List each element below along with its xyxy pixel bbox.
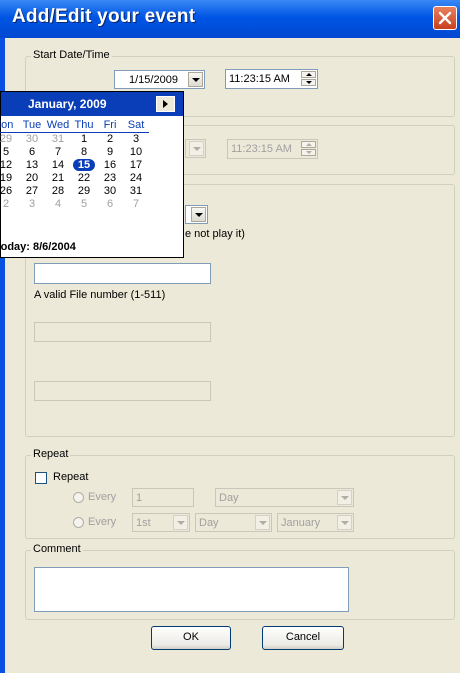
action-type-dropdown[interactable] — [185, 205, 208, 224]
calendar-day[interactable]: 5 — [71, 198, 97, 211]
weekday-header: Fri — [97, 119, 123, 133]
calendar-day[interactable]: 9 — [97, 146, 123, 159]
comment-textarea[interactable] — [34, 567, 349, 612]
file-number-input[interactable] — [34, 263, 211, 284]
chevron-down-icon[interactable] — [188, 72, 203, 87]
spin-down-icon — [301, 149, 316, 156]
spin-up-icon — [301, 141, 316, 148]
calendar-day[interactable]: 30 — [97, 185, 123, 198]
spin-up-icon[interactable] — [301, 71, 316, 78]
calendar-day[interactable]: 5 — [0, 146, 19, 159]
action-note: e not play it) — [185, 228, 245, 240]
repeat-checkbox[interactable] — [35, 472, 47, 484]
every-interval-radio — [73, 492, 84, 503]
calendar-day[interactable]: 28 — [45, 185, 71, 198]
close-button[interactable] — [433, 6, 457, 30]
calendar-day[interactable]: 26 — [0, 185, 19, 198]
weekday-header: Tue — [19, 119, 45, 133]
calendar-day[interactable]: 31 — [45, 133, 71, 147]
disabled-field-2 — [34, 381, 211, 401]
calendar-day[interactable]: 1 — [71, 133, 97, 147]
calendar-day[interactable]: 21 — [45, 172, 71, 185]
end-time-spinner — [301, 141, 316, 156]
weekday-header: Wed — [45, 119, 71, 133]
calendar-day[interactable]: 3 — [123, 133, 149, 147]
calendar-day[interactable]: 10 — [123, 146, 149, 159]
day-dropdown: Day — [195, 513, 272, 532]
calendar-day[interactable]: 27 — [19, 185, 45, 198]
every-ordinal-radio — [73, 517, 84, 528]
calendar-day[interactable]: 31 — [123, 185, 149, 198]
spin-down-icon[interactable] — [301, 79, 316, 86]
calendar-day[interactable]: 6 — [97, 198, 123, 211]
calendar-grid: lon Tue Wed Thu Fri Sat 29 30 31 1 2 3 5 6 7 8 9 10 12 13 1… — [0, 119, 149, 211]
calendar-day[interactable]: 2 — [0, 198, 19, 211]
start-datetime-legend: Start Date/Time — [31, 49, 112, 61]
ok-button[interactable]: OK — [151, 626, 231, 650]
chevron-down-icon — [189, 141, 204, 156]
calendar-day-selected[interactable]: 15 — [71, 159, 97, 172]
ordinal-dropdown: 1st — [132, 513, 190, 532]
chevron-down-icon — [337, 490, 352, 505]
calendar-day[interactable]: 19 — [0, 172, 19, 185]
calendar-day[interactable]: 20 — [19, 172, 45, 185]
calendar-day[interactable]: 6 — [19, 146, 45, 159]
chevron-down-icon[interactable] — [191, 207, 206, 222]
ordinal-value: 1st — [136, 517, 151, 529]
calendar-day[interactable]: 16 — [97, 159, 123, 172]
calendar-day[interactable]: 7 — [45, 146, 71, 159]
repeat-legend: Repeat — [31, 448, 71, 460]
calendar-day[interactable]: 22 — [71, 172, 97, 185]
month-value: January — [281, 517, 321, 529]
every-interval-value: 1 — [136, 492, 143, 504]
end-date-picker — [185, 139, 206, 158]
calendar-day[interactable]: 30 — [19, 133, 45, 147]
calendar-day[interactable]: 13 — [19, 159, 45, 172]
chevron-down-icon — [255, 515, 270, 530]
calendar-day[interactable]: 4 — [45, 198, 71, 211]
start-time-value: 11:23:15 AM — [229, 73, 290, 85]
weekday-header: lon — [0, 119, 19, 133]
every-interval-input: 1 — [132, 488, 194, 507]
weekday-header: Sat — [123, 119, 149, 133]
start-date-picker[interactable]: 1/15/2009 — [114, 70, 205, 89]
calendar-day[interactable]: 23 — [97, 172, 123, 185]
window-title: Add/Edit your event — [12, 6, 196, 27]
calendar-day[interactable]: 3 — [19, 198, 45, 211]
next-month-button[interactable] — [156, 96, 175, 112]
comment-legend: Comment — [31, 543, 83, 555]
start-time-spinner[interactable] — [301, 71, 316, 86]
calendar-popup: January, 2009 lon Tue Wed Thu Fri Sat 29 30 31 1… — [0, 91, 184, 258]
end-time-field: 11:23:15 AM — [227, 139, 318, 159]
every-interval-label: Every — [88, 491, 117, 503]
start-time-field[interactable]: 11:23:15 AM — [225, 69, 318, 89]
disabled-field-1 — [34, 322, 211, 342]
weekday-header: Thu — [71, 119, 97, 133]
file-number-hint: A valid File number (1-511) — [34, 289, 166, 301]
repeat-checkbox-label: Repeat — [53, 471, 89, 483]
calendar-day[interactable]: 2 — [97, 133, 123, 147]
chevron-down-icon — [173, 515, 188, 530]
calendar-day[interactable]: 24 — [123, 172, 149, 185]
calendar-day[interactable]: 12 — [0, 159, 19, 172]
calendar-day[interactable]: 7 — [123, 198, 149, 211]
calendar-today-label[interactable]: 'oday: 8/6/2004 — [0, 241, 76, 253]
day-value: Day — [199, 517, 219, 529]
calendar-day[interactable]: 29 — [71, 185, 97, 198]
every-ordinal-label: Every — [88, 516, 117, 528]
calendar-day[interactable]: 8 — [71, 146, 97, 159]
month-dropdown: January — [277, 513, 354, 532]
chevron-down-icon — [337, 515, 352, 530]
calendar-day[interactable]: 29 — [0, 133, 19, 147]
calendar-day[interactable]: 17 — [123, 159, 149, 172]
every-unit-dropdown: Day — [215, 488, 354, 507]
calendar-day[interactable]: 14 — [45, 159, 71, 172]
calendar-month-title: January, 2009 — [28, 97, 107, 111]
cancel-button[interactable]: Cancel — [262, 626, 344, 650]
end-time-value: 11:23:15 AM — [231, 143, 292, 155]
start-date-value: 1/15/2009 — [129, 74, 178, 86]
every-unit-value: Day — [219, 492, 239, 504]
close-icon — [438, 11, 452, 25]
